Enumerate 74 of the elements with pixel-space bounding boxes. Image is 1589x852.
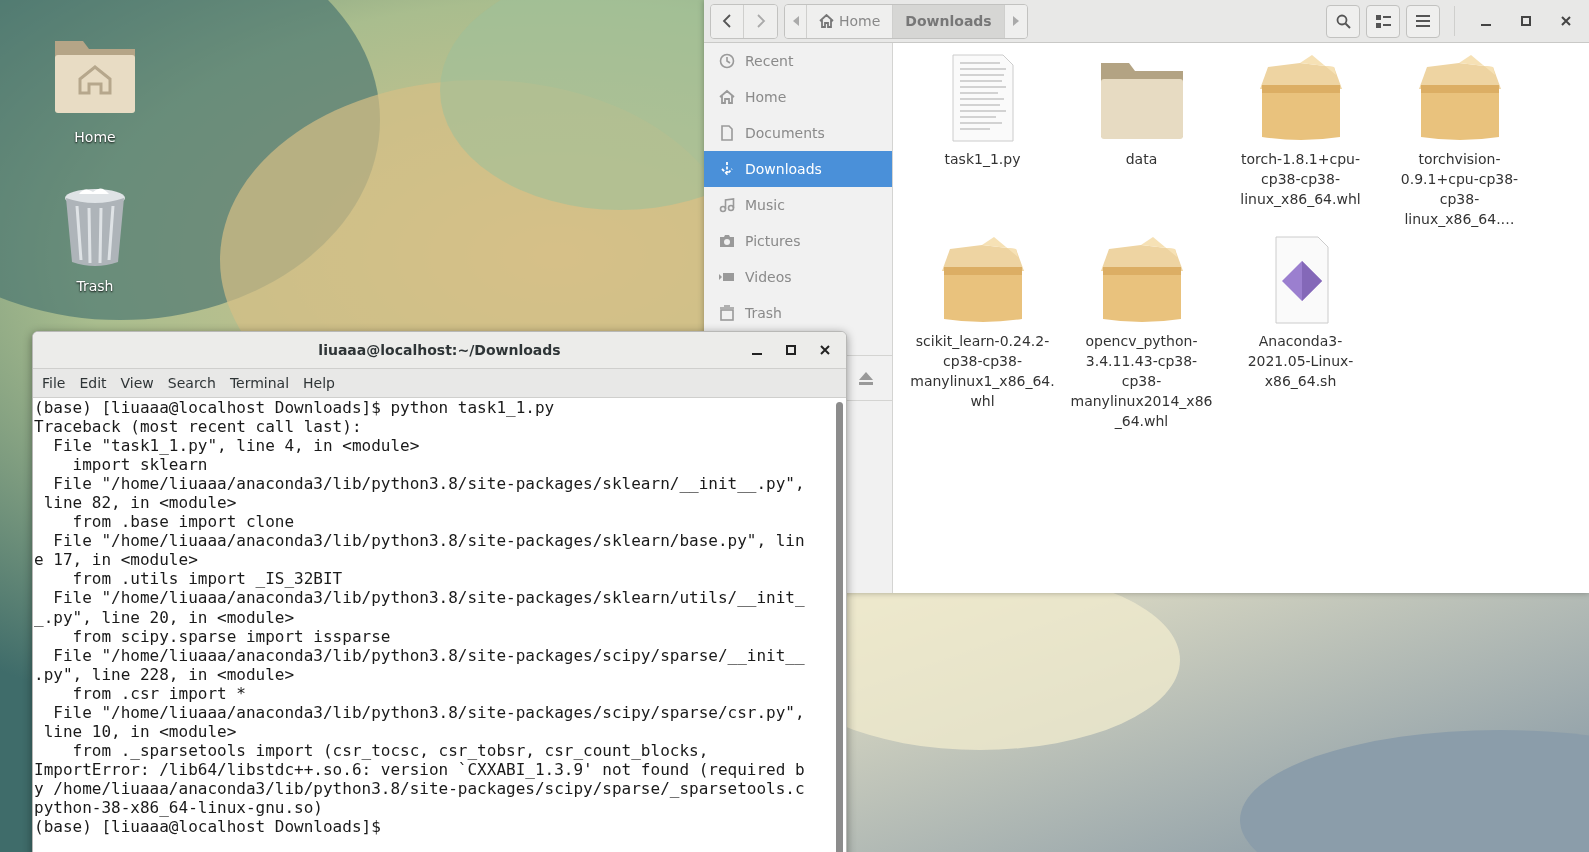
menu-item[interactable]: View — [113, 375, 161, 391]
file-name[interactable]: task1_1.py — [909, 149, 1056, 169]
window-title: liuaaa@localhost:~/Downloads — [318, 342, 561, 358]
package-icon[interactable] — [939, 235, 1026, 325]
trash-icon — [719, 305, 735, 321]
menu-icon — [1416, 15, 1430, 27]
list-icon — [1375, 14, 1391, 28]
file-name[interactable]: data — [1068, 149, 1215, 169]
package-icon[interactable] — [1098, 235, 1185, 325]
maximize-icon — [786, 345, 796, 355]
search-button[interactable] — [1326, 4, 1360, 38]
triangle-left-icon — [792, 16, 799, 26]
path-scroll-left-button[interactable] — [785, 4, 807, 38]
trash-can-icon[interactable] — [63, 186, 127, 268]
eject-icon[interactable] — [858, 371, 874, 385]
menu-item[interactable]: Edit — [72, 375, 114, 391]
document-icon — [719, 125, 735, 141]
terminal-line: File "/home/liuaaa/anaconda3/lib/python3.8/site-packages/sklearn/__init__.py", — [52, 474, 806, 494]
file-name[interactable]: scikit_learn-0.24.2-cp38-cp38-manylinux1_x86_64.whl — [909, 331, 1056, 411]
terminal-line: File "/home/liuaaa/anaconda3/lib/python3.8/site-packages/sklearn/base.py", lin — [52, 531, 806, 551]
home-icon — [719, 89, 735, 105]
terminal-line: line 10, in <module> — [42, 721, 238, 741]
home-icon — [819, 14, 834, 28]
terminal-line: e 17, in <module> — [34, 550, 199, 570]
terminal-line: y /home/liuaaa/anaconda3/lib/python3.8/site-packages/scipy/sparse/_sparsetools.c — [34, 778, 806, 798]
back-button[interactable] — [711, 4, 744, 38]
terminal-line: (base) [liuaaa@localhost Downloads]$ — [34, 817, 382, 837]
chevron-left-icon — [722, 14, 732, 28]
desktop-icon-label[interactable]: Trash — [76, 278, 114, 294]
terminal-line: .py", line 228, in <module> — [34, 664, 295, 684]
terminal-line: Traceback (most recent call last): — [34, 417, 363, 437]
package-icon[interactable] — [1257, 53, 1344, 143]
terminal-line: import sklearn — [71, 455, 209, 475]
terminal-line: python-38-x86_64-linux-gnu.so) — [34, 798, 324, 818]
package-icon[interactable] — [1416, 53, 1503, 143]
close-icon — [1561, 16, 1571, 26]
terminal-line: File "/home/liuaaa/anaconda3/lib/python3.8/site-packages/scipy/sparse/csr.py", — [52, 702, 806, 722]
maximize-icon — [1521, 16, 1531, 26]
download-icon — [719, 161, 735, 177]
menu-item[interactable]: Help — [296, 375, 342, 391]
menu-button[interactable] — [1406, 4, 1440, 38]
triangle-right-icon — [1012, 16, 1019, 26]
chevron-right-icon — [755, 14, 766, 28]
terminal-line: from .csr import * — [71, 683, 247, 703]
file-name[interactable]: Anaconda3-2021.05-Linux-x86_64.sh — [1227, 331, 1374, 391]
clock-icon — [719, 53, 735, 69]
terminal-line: from .utils import _IS_32BIT — [71, 569, 344, 589]
desktop-icon-label[interactable]: Home — [74, 129, 116, 145]
terminal-line: File "/home/liuaaa/anaconda3/lib/python3.8/site-packages/scipy/sparse/__init__ — [52, 645, 806, 665]
forward-button[interactable] — [744, 4, 777, 38]
menu-item[interactable]: File — [35, 375, 73, 391]
terminal-line: _.py", line 20, in <module> — [34, 607, 296, 627]
terminal-line: line 82, in <module> — [42, 493, 238, 513]
file-name[interactable]: torchvision-0.9.1+cpu-cp38-cp38-linux_x86_64.… — [1386, 149, 1533, 229]
terminal-line: File "task1_1.py", line 4, in <module> — [52, 436, 421, 456]
terminal-line: from .base import clone — [71, 512, 296, 532]
terminal-line: File "/home/liuaaa/anaconda3/lib/python3.8/site-packages/sklearn/utils/__init_ — [52, 588, 806, 608]
minimize-icon — [752, 353, 762, 355]
close-icon — [820, 345, 830, 355]
menu-item[interactable]: Search — [160, 375, 223, 391]
music-icon — [719, 197, 735, 213]
minimize-icon — [1481, 24, 1491, 26]
file-name[interactable]: torch-1.8.1+cpu-cp38-cp38-linux_x86_64.whl — [1227, 149, 1374, 209]
search-icon — [1335, 13, 1351, 29]
terminal-line: from ._sparsetools import (csr_tocsc, csr_tobsr, csr_count_blocks, — [71, 740, 710, 760]
camera-icon — [719, 233, 735, 249]
scrollbar[interactable] — [836, 402, 843, 852]
view-options-button[interactable] — [1366, 4, 1400, 38]
terminal-line: (base) [liuaaa@localhost Downloads]$ python task1_1.py — [34, 398, 556, 418]
menu-item[interactable]: Terminal — [222, 375, 297, 391]
file-name[interactable]: opencv_python-3.4.11.43-cp38-cp38-manylinux2014_x86_64.whl — [1068, 331, 1215, 431]
terminal-line: ImportError: /lib64/libstdc++.so.6: version `CXXABI_1.3.9' not found (required b — [34, 759, 806, 779]
terminal-line: from scipy.sparse import issparse — [72, 626, 392, 646]
path-scroll-right-button[interactable] — [1004, 4, 1027, 38]
